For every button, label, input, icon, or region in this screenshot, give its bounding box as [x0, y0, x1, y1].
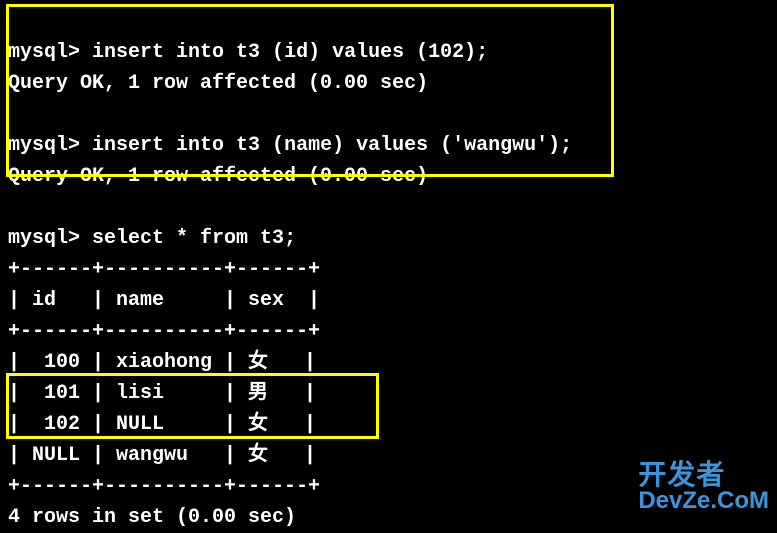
watermark: 开发者 DevZe.CoM	[638, 461, 769, 513]
table-header: | id | name | sex |	[8, 289, 320, 312]
table-row: | NULL | wangwu | 女 |	[8, 444, 316, 467]
watermark-line2: DevZe.CoM	[638, 489, 769, 513]
cmd-insert-id: insert into t3 (id) values (102);	[92, 41, 488, 64]
prompt: mysql>	[8, 134, 80, 157]
table-row: | 102 | NULL | 女 |	[8, 413, 316, 436]
watermark-line1: 开发者	[638, 461, 769, 489]
table-border-mid: +------+----------+------+	[8, 320, 320, 343]
cmd-select: select * from t3;	[92, 227, 296, 250]
table-border-bottom: +------+----------+------+	[8, 475, 320, 498]
result-3: 4 rows in set (0.00 sec)	[8, 506, 296, 529]
result-2: Query OK, 1 row affected (0.00 sec)	[8, 165, 428, 188]
cmd-insert-name: insert into t3 (name) values ('wangwu');	[92, 134, 572, 157]
prompt: mysql>	[8, 227, 80, 250]
result-1: Query OK, 1 row affected (0.00 sec)	[8, 72, 428, 95]
prompt: mysql>	[8, 41, 80, 64]
table-border-top: +------+----------+------+	[8, 258, 320, 281]
table-row: | 100 | xiaohong | 女 |	[8, 351, 316, 374]
table-row: | 101 | lisi | 男 |	[8, 382, 316, 405]
mysql-terminal[interactable]: mysql> insert into t3 (id) values (102);…	[8, 6, 769, 533]
